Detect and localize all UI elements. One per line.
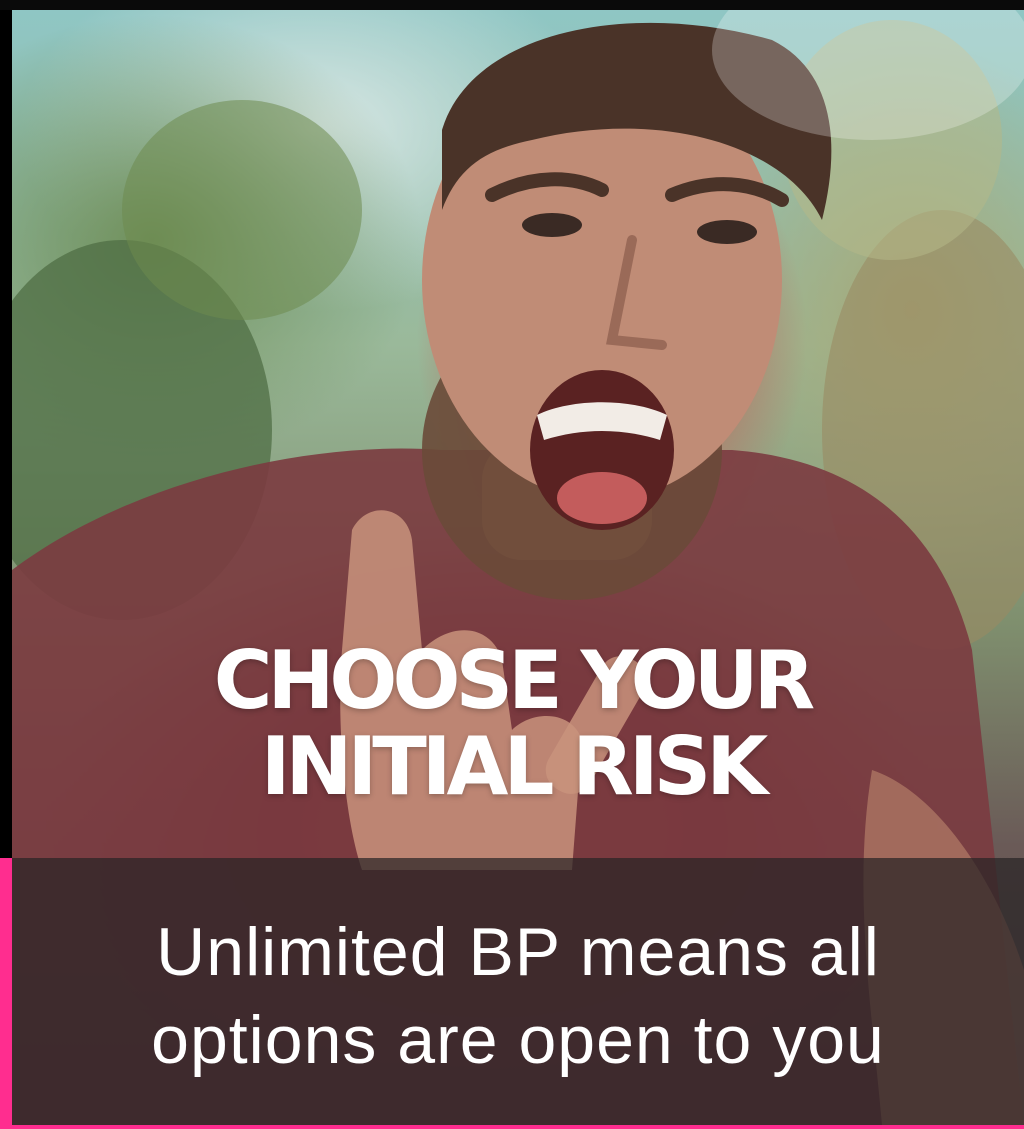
accent-bar-left bbox=[0, 858, 12, 1129]
caption-line-1: Unlimited BP means all bbox=[156, 914, 880, 990]
foliage-top-left bbox=[122, 100, 362, 320]
headline-line-2: INITIAL RISK bbox=[260, 720, 769, 813]
eye-left bbox=[522, 213, 582, 237]
accent-bar-bottom bbox=[0, 1125, 1024, 1129]
tongue bbox=[557, 472, 647, 524]
caption: Unlimited BP means all options are open … bbox=[12, 908, 1024, 1084]
headline: CHOOSE YOUR INITIAL RISK bbox=[12, 638, 1012, 810]
eye-right bbox=[697, 220, 757, 244]
promo-card: CHOOSE YOUR INITIAL RISK Unlimited BP me… bbox=[0, 0, 1024, 1129]
headline-line-1: CHOOSE YOUR bbox=[213, 634, 815, 727]
top-border bbox=[0, 0, 1024, 10]
caption-line-2: options are open to you bbox=[151, 1002, 885, 1078]
